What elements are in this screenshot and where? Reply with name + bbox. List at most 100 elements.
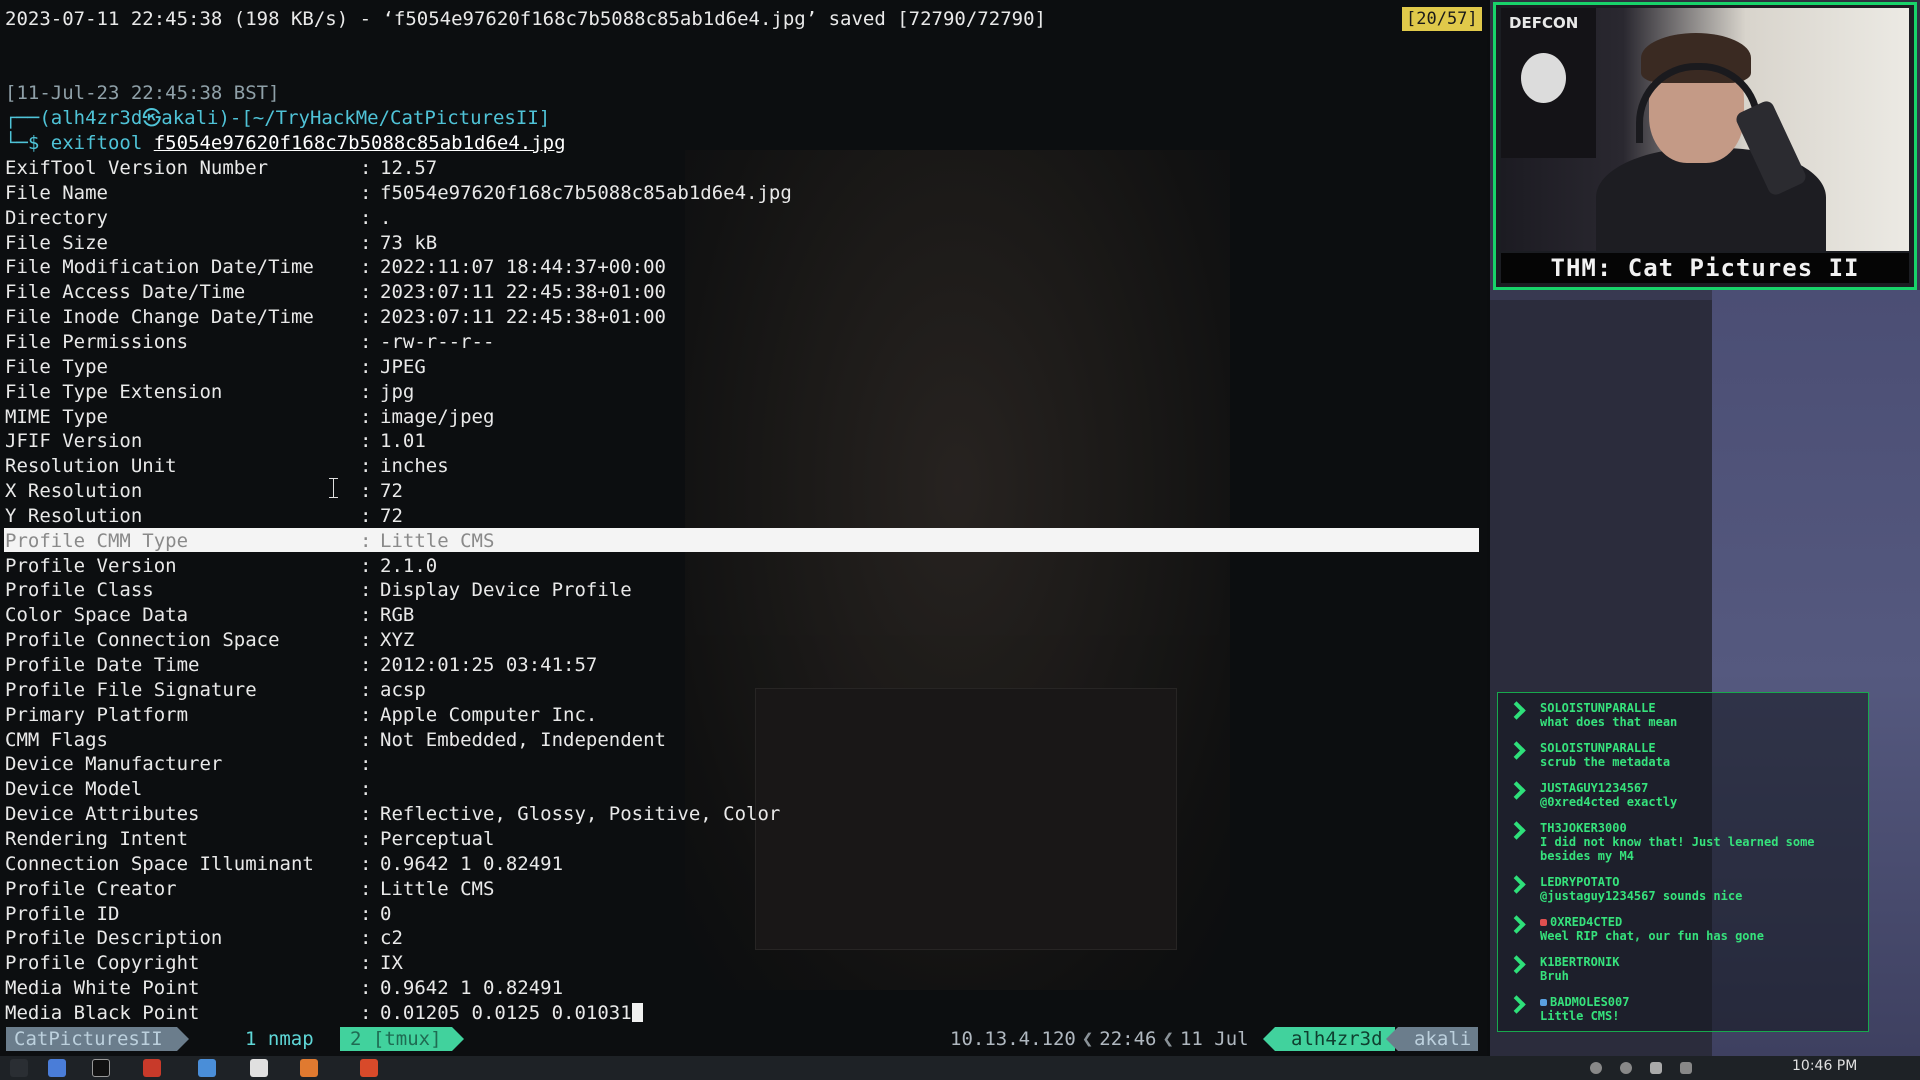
exif-value: Reflective, Glossy, Positive, Color xyxy=(380,803,781,825)
chevron-right-icon xyxy=(1510,916,1524,936)
exif-value: 0.9642 1 0.82491 xyxy=(380,977,564,999)
status-user: alh4zr3d xyxy=(1263,1027,1395,1051)
exif-value: Not Embedded, Independent xyxy=(380,729,666,751)
exif-key: Media White Point xyxy=(5,977,200,999)
exif-row: Resolution Unit: inches xyxy=(5,454,449,479)
exif-row: Profile File Signature: acsp xyxy=(5,678,426,703)
burp-icon[interactable] xyxy=(300,1059,318,1077)
exif-key: File Type xyxy=(5,356,108,378)
chat-username: TH3JOKER3000 xyxy=(1540,821,1627,835)
chat-username-text: SOLOISTUNPARALLE xyxy=(1540,701,1656,715)
chevron-left-icon: ❮ xyxy=(1162,1028,1174,1050)
exif-key: File Access Date/Time xyxy=(5,281,246,303)
prompt-timestamp: [11-Jul-23 22:45:38 BST] xyxy=(5,82,280,104)
status-time: 22:46 xyxy=(1099,1028,1157,1050)
chat-text: what does that mean xyxy=(1540,715,1678,729)
exif-key: Y Resolution xyxy=(5,505,143,527)
app-icon[interactable] xyxy=(360,1059,378,1077)
chat-text: Little CMS! xyxy=(1540,1009,1620,1023)
network-icon[interactable] xyxy=(1620,1062,1632,1074)
tmux-window-2-active[interactable]: 2 [tmux] xyxy=(340,1027,463,1051)
workspace-icon[interactable] xyxy=(48,1059,66,1077)
exif-separator: : xyxy=(360,654,372,676)
exif-separator: : xyxy=(360,207,372,229)
volume-icon[interactable] xyxy=(1680,1062,1692,1074)
terminal-window[interactable]: 2023-07-11 22:45:38 (198 KB/s) - ‘f5054e… xyxy=(0,0,1487,1022)
tmux-session-name[interactable]: CatPicturesII xyxy=(6,1027,189,1051)
exif-key: Color Space Data xyxy=(5,604,189,626)
chevron-right-icon xyxy=(1510,782,1524,802)
exif-value: jpg xyxy=(380,381,415,403)
chat-username: JUSTAGUY1234567 xyxy=(1540,781,1648,795)
exif-separator: : xyxy=(360,555,372,577)
exif-row: CMM Flags: Not Embedded, Independent xyxy=(5,728,666,753)
exif-value: 2022:11:07 18:44:37+00:00 xyxy=(380,256,666,278)
skull-icon xyxy=(1521,53,1566,103)
chat-username-text: TH3JOKER3000 xyxy=(1540,821,1627,835)
tmux-window-1[interactable]: 1 nmap xyxy=(245,1022,314,1056)
chat-text: scrub the metadata xyxy=(1540,755,1671,769)
exif-row: Media White Point:0.9642 1 0.82491 xyxy=(5,976,563,1001)
status-info: 10.13.4.120 ❮ 22:46 ❮ 11 Jul xyxy=(950,1022,1249,1056)
exif-separator: : xyxy=(360,878,372,900)
taskbar-clock[interactable]: 10:46 PM xyxy=(1792,1058,1857,1074)
exif-separator: : xyxy=(360,306,372,328)
exif-row: Media Black Point:0.01205 0.0125 0.01031 xyxy=(5,1001,643,1022)
battery-icon[interactable] xyxy=(1650,1062,1662,1074)
exif-key: Rendering Intent xyxy=(5,828,189,850)
exif-row: File Size:73 kB xyxy=(5,231,437,256)
exif-separator: : xyxy=(360,356,372,378)
chevron-right-icon xyxy=(1510,822,1524,842)
chat-panel: SOLOISTUNPARALLE what does that mean SOLOI… xyxy=(1497,692,1869,1032)
exif-row: Device Manufacturer: xyxy=(5,752,380,777)
chat-username: 0XRED4CTED xyxy=(1540,915,1622,929)
tray-icon[interactable] xyxy=(1590,1062,1602,1074)
exif-separator: : xyxy=(360,157,372,179)
chat-username-text: SOLOISTUNPARALLE xyxy=(1540,741,1656,755)
exif-key: JFIF Version xyxy=(5,430,143,452)
exif-value: IX xyxy=(380,952,403,974)
badge-icon xyxy=(1540,919,1547,926)
chat-username: LEDRYPOTATO xyxy=(1540,875,1619,889)
exif-separator: : xyxy=(360,853,372,875)
exif-separator: : xyxy=(360,256,372,278)
exif-row: Profile Date Time:2012:01:25 03:41:57 xyxy=(5,653,597,678)
exif-row: ExifTool Version Number:12.57 xyxy=(5,156,437,181)
exif-value: 0.01205 0.0125 0.01031 xyxy=(380,1002,632,1022)
exif-key: File Name xyxy=(5,182,108,204)
background-cat-image xyxy=(685,150,1230,990)
badge-icon xyxy=(1540,999,1547,1006)
exif-value: 2012:01:25 03:41:57 xyxy=(380,654,598,676)
exif-value: Little CMS xyxy=(380,878,495,900)
exif-key: Device Attributes xyxy=(5,803,200,825)
exif-separator: : xyxy=(360,530,372,552)
document-icon[interactable] xyxy=(250,1059,268,1077)
exif-value: Display Device Profile xyxy=(380,579,632,601)
exif-value: XYZ xyxy=(380,629,415,651)
exif-value: 0.9642 1 0.82491 xyxy=(380,853,564,875)
status-host: akali xyxy=(1386,1027,1478,1051)
pane-counter-badge: [20/57] xyxy=(1402,7,1482,31)
chat-username-text: LEDRYPOTATO xyxy=(1540,875,1620,889)
exif-key: Profile File Signature xyxy=(5,679,257,701)
exif-row: File Type Extension: jpg xyxy=(5,380,414,405)
exif-value: 72 xyxy=(380,505,403,527)
folder-icon[interactable] xyxy=(198,1059,216,1077)
exif-key: Profile Copyright xyxy=(5,952,200,974)
exif-key: Profile Creator xyxy=(5,878,177,900)
exif-row: Primary Platform: Apple Computer Inc. xyxy=(5,703,597,728)
exif-separator: : xyxy=(360,480,372,502)
kali-menu-icon[interactable] xyxy=(10,1059,28,1077)
exif-value: . xyxy=(380,207,392,229)
exif-row: JFIF Version:1.01 xyxy=(5,429,426,454)
exif-value: 1.01 xyxy=(380,430,426,452)
terminal-icon[interactable] xyxy=(92,1059,110,1077)
exif-separator: : xyxy=(360,381,372,403)
exif-separator: : xyxy=(360,704,372,726)
exif-separator: : xyxy=(360,803,372,825)
exif-value: 12.57 xyxy=(380,157,438,179)
exif-separator: : xyxy=(360,579,372,601)
crt-app-icon[interactable] xyxy=(143,1059,161,1077)
exif-value: Perceptual xyxy=(380,828,495,850)
exif-row: File Name: f5054e97620f168c7b5088c85ab1d6… xyxy=(5,181,792,206)
